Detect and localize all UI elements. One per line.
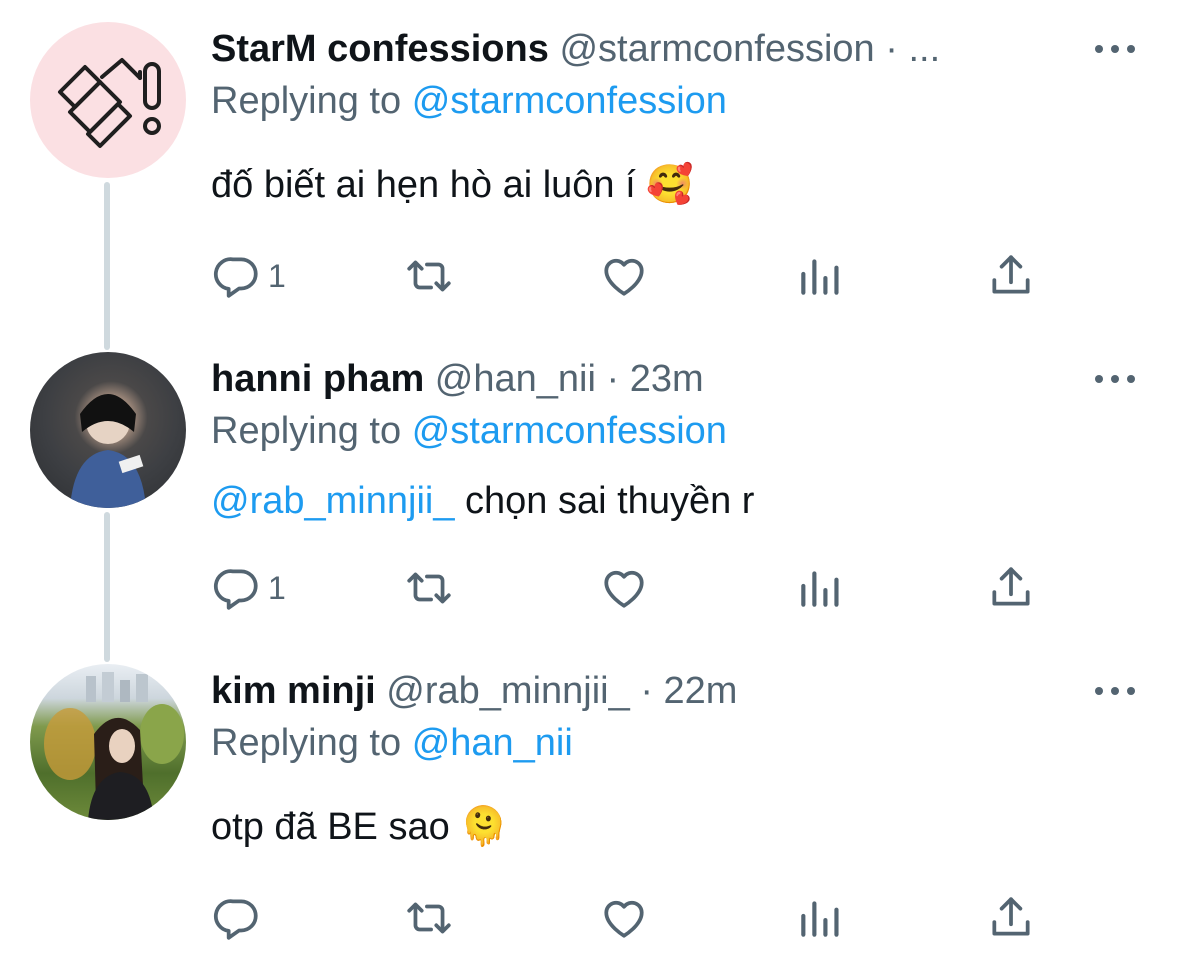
more-dot-icon <box>1111 375 1119 383</box>
retweet-button[interactable] <box>404 888 454 948</box>
user-handle[interactable]: @han_nii <box>435 358 596 400</box>
tweet-header: StarM confessions @starmconfession · ... <box>211 26 1069 72</box>
share-icon <box>992 567 1030 606</box>
tweet[interactable]: hanni pham @han_nii · 23m Replying to @s… <box>0 330 1179 660</box>
tweet-body: otp đã BE sao <box>211 806 450 848</box>
replying-prefix: Replying to <box>211 722 402 764</box>
action-bar: 1 <box>0 246 1179 306</box>
avatar[interactable] <box>30 22 186 178</box>
replying-to: Replying to @starmconfession <box>211 78 727 124</box>
retweet-button[interactable] <box>404 558 454 618</box>
share-button[interactable] <box>986 888 1036 948</box>
share-button[interactable] <box>986 558 1036 618</box>
reply-button[interactable] <box>212 888 268 948</box>
reply-icon <box>213 899 258 940</box>
reply-button[interactable]: 1 <box>212 558 286 618</box>
tweet[interactable]: StarM confessions @starmconfession · ...… <box>0 0 1179 330</box>
more-dot-icon <box>1127 45 1135 53</box>
analytics-button[interactable] <box>795 888 845 948</box>
more-dot-icon <box>1111 45 1119 53</box>
more-dot-icon <box>1127 687 1135 695</box>
analytics-button[interactable] <box>795 558 845 618</box>
reply-count: 1 <box>268 569 286 606</box>
heart-icon <box>604 900 644 938</box>
melting-face-emoji: 🫠 <box>460 806 508 848</box>
tweet-body: chọn sai thuyền r <box>465 480 755 522</box>
retweet-icon <box>407 902 451 934</box>
action-bar <box>0 888 1179 948</box>
more-options-button[interactable] <box>1095 685 1135 697</box>
retweet-icon <box>407 260 451 292</box>
replying-to: Replying to @han_nii <box>211 720 573 766</box>
more-dot-icon <box>1095 375 1103 383</box>
like-button[interactable] <box>599 888 649 948</box>
replying-to-mention[interactable]: @han_nii <box>412 722 573 764</box>
replying-to-mention[interactable]: @starmconfession <box>412 80 727 122</box>
like-button[interactable] <box>599 246 649 306</box>
more-options-button[interactable] <box>1095 43 1135 55</box>
smiling-hearts-emoji: 🥰 <box>646 164 694 206</box>
profile-photo-icon <box>44 672 184 820</box>
avatar[interactable] <box>30 352 186 508</box>
avatar[interactable] <box>30 664 186 820</box>
heart-icon <box>604 570 644 608</box>
more-dot-icon <box>1111 687 1119 695</box>
user-handle[interactable]: @rab_minnjii_ <box>386 670 629 712</box>
replying-to: Replying to @starmconfession <box>211 408 727 454</box>
tweet[interactable]: kim minji @rab_minnjii_ · 22m Replying t… <box>0 662 1179 961</box>
replying-to-mention[interactable]: @starmconfession <box>412 410 727 452</box>
analytics-button[interactable] <box>795 246 845 306</box>
display-name[interactable]: hanni pham <box>211 358 424 400</box>
more-dot-icon <box>1095 687 1103 695</box>
replying-prefix: Replying to <box>211 80 402 122</box>
display-name[interactable]: kim minji <box>211 670 376 712</box>
more-options-button[interactable] <box>1095 373 1135 385</box>
timestamp[interactable]: 22m <box>664 670 738 712</box>
starm-logo-icon <box>58 58 161 148</box>
retweet-icon <box>407 572 451 604</box>
tweet-text: otp đã BE sao 🫠 <box>211 804 508 850</box>
separator: · <box>885 28 898 70</box>
tweet-body: đố biết ai hẹn hò ai luôn í <box>211 164 636 206</box>
share-icon <box>992 897 1030 936</box>
reply-button[interactable]: 1 <box>212 246 286 306</box>
replying-prefix: Replying to <box>211 410 402 452</box>
tweet-header: hanni pham @han_nii · 23m <box>211 356 1069 402</box>
reply-icon <box>213 569 258 610</box>
analytics-icon <box>801 259 839 295</box>
tweet-text: đố biết ai hẹn hò ai luôn í 🥰 <box>211 162 694 208</box>
tweet-header: kim minji @rab_minnjii_ · 22m <box>211 668 1069 714</box>
reply-count: 1 <box>268 257 286 294</box>
more-dot-icon <box>1127 375 1135 383</box>
separator: · <box>606 358 620 400</box>
user-handle[interactable]: @starmconfession <box>559 28 874 70</box>
timestamp[interactable]: ... <box>908 28 940 70</box>
heart-icon <box>604 258 644 296</box>
analytics-icon <box>801 901 839 937</box>
share-icon <box>992 255 1030 294</box>
more-dot-icon <box>1095 45 1103 53</box>
action-bar: 1 <box>0 558 1179 618</box>
timestamp[interactable]: 23m <box>630 358 704 400</box>
separator: · <box>640 670 653 712</box>
tweet-text: @rab_minnjii_ chọn sai thuyền r <box>211 478 754 524</box>
user-mention-link[interactable]: @rab_minnjii_ <box>211 480 454 522</box>
analytics-icon <box>801 571 839 607</box>
reply-icon <box>213 257 258 298</box>
display-name[interactable]: StarM confessions <box>211 28 549 70</box>
profile-photo-icon <box>70 394 146 508</box>
like-button[interactable] <box>599 558 649 618</box>
retweet-button[interactable] <box>404 246 454 306</box>
share-button[interactable] <box>986 246 1036 306</box>
